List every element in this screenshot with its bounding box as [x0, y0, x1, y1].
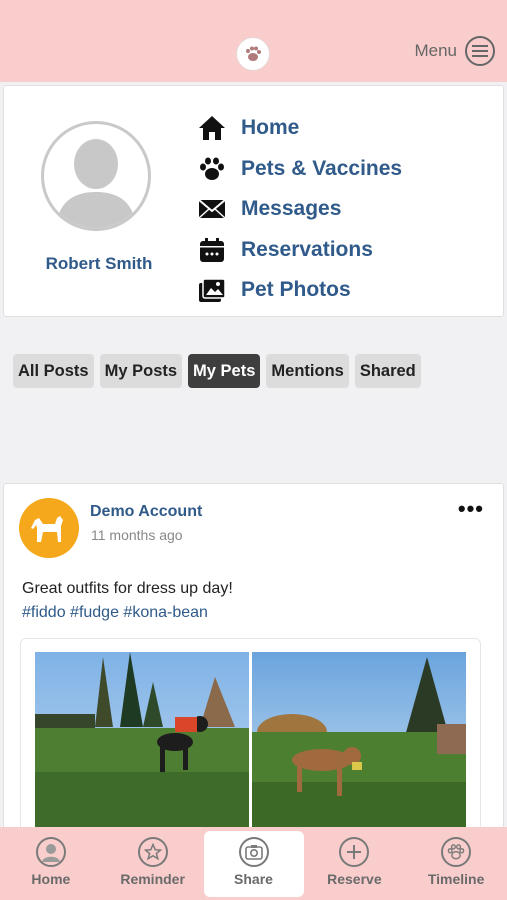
tab-my-pets[interactable]: My Pets: [188, 354, 261, 388]
nav-item-label: Messages: [241, 197, 342, 221]
nav-item-label: Pets & Vaccines: [241, 156, 403, 180]
hamburger-icon: [465, 36, 495, 66]
nav-item-pet-photos[interactable]: Pet Photos: [196, 270, 402, 311]
post-hashtags[interactable]: #fiddo #fudge #kona-bean: [22, 604, 208, 622]
bottom-nav: Home Reminder Share Reserve Timeline: [0, 827, 507, 900]
menu-label: Menu: [414, 41, 457, 60]
profile-card: Robert Smith Home Pets & Vaccines Messag…: [3, 85, 504, 317]
post-photo[interactable]: [252, 652, 466, 842]
post-filter-tabs: All Posts My Posts My Pets Mentions Shar…: [13, 354, 421, 388]
profile-name[interactable]: Robert Smith: [4, 254, 194, 274]
bottom-nav-reserve[interactable]: Reserve: [304, 827, 406, 900]
nav-item-messages[interactable]: Messages: [196, 189, 402, 230]
post-author-avatar[interactable]: [19, 498, 79, 558]
calendar-icon: [196, 235, 228, 265]
bottom-nav-timeline[interactable]: Timeline: [405, 827, 507, 900]
bottom-nav-share[interactable]: Share: [203, 831, 304, 897]
bottom-nav-label: Reminder: [120, 871, 185, 887]
tab-mentions[interactable]: Mentions: [266, 354, 349, 388]
user-icon: [35, 837, 66, 867]
paw-icon: [441, 837, 472, 867]
post-text: Great outfits for dress up day!: [22, 580, 233, 597]
profile-avatar[interactable]: [41, 121, 151, 231]
plus-icon: [339, 837, 370, 867]
bottom-nav-label: Timeline: [427, 871, 485, 887]
user-silhouette-icon: [56, 139, 136, 228]
camera-icon: [238, 837, 269, 867]
paw-logo-icon[interactable]: [236, 37, 270, 71]
envelope-icon: [196, 194, 228, 224]
home-icon: [196, 113, 228, 143]
post-timestamp: 11 months ago: [91, 527, 183, 543]
profile-nav: Home Pets & Vaccines Messages Reservatio…: [196, 108, 402, 311]
star-icon: [137, 837, 168, 867]
tab-all-posts[interactable]: All Posts: [13, 354, 94, 388]
nav-item-home[interactable]: Home: [196, 108, 402, 149]
bottom-nav-label: Reserve: [327, 871, 382, 887]
nav-item-reservations[interactable]: Reservations: [196, 230, 402, 271]
bottom-nav-home[interactable]: Home: [0, 827, 102, 900]
dog-icon: [31, 516, 63, 542]
bottom-nav-label: Share: [234, 871, 273, 887]
post-photo-gallery: [20, 638, 481, 842]
more-options-icon[interactable]: •••: [458, 496, 484, 522]
nav-item-label: Pet Photos: [241, 278, 351, 302]
bottom-nav-reminder[interactable]: Reminder: [102, 827, 204, 900]
post-photo[interactable]: [35, 652, 249, 842]
post-author-name[interactable]: Demo Account: [90, 503, 202, 521]
bottom-nav-label: Home: [31, 871, 71, 887]
top-bar: Menu: [0, 0, 507, 82]
tab-my-posts[interactable]: My Posts: [99, 354, 183, 388]
nav-item-label: Home: [241, 116, 300, 140]
nav-item-label: Reservations: [241, 237, 373, 261]
nav-item-pets-vaccines[interactable]: Pets & Vaccines: [196, 149, 402, 190]
photos-icon: [196, 275, 228, 305]
post-card: Demo Account 11 months ago ••• Great out…: [3, 483, 504, 843]
menu-button[interactable]: Menu: [414, 36, 495, 66]
paw-icon: [196, 154, 228, 184]
tab-shared[interactable]: Shared: [354, 354, 421, 388]
